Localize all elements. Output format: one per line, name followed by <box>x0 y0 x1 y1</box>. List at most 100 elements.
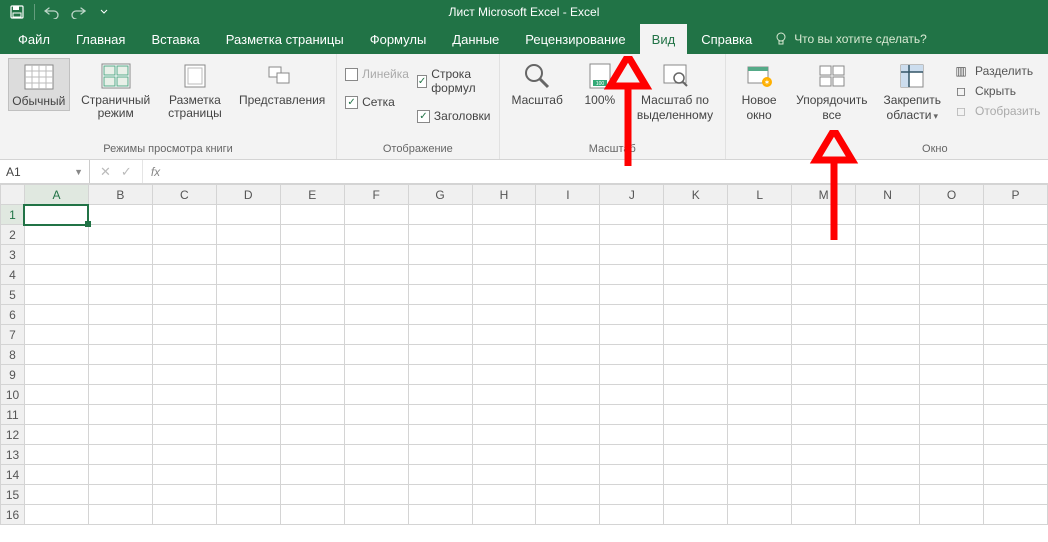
cell[interactable] <box>728 365 792 385</box>
cell[interactable] <box>88 485 152 505</box>
cell[interactable] <box>152 345 216 365</box>
cell[interactable] <box>664 345 728 365</box>
cell[interactable] <box>984 225 1048 245</box>
cell[interactable] <box>920 265 984 285</box>
tab-home[interactable]: Главная <box>64 24 137 54</box>
cell[interactable] <box>24 505 88 525</box>
cell[interactable] <box>728 345 792 365</box>
cell[interactable] <box>728 465 792 485</box>
cell[interactable] <box>344 425 408 445</box>
cell[interactable] <box>472 345 536 365</box>
tab-data[interactable]: Данные <box>440 24 511 54</box>
cell[interactable] <box>984 405 1048 425</box>
cell[interactable] <box>344 205 408 225</box>
tab-review[interactable]: Рецензирование <box>513 24 637 54</box>
cell[interactable] <box>920 465 984 485</box>
cell[interactable] <box>600 505 664 525</box>
cell[interactable] <box>472 485 536 505</box>
cell[interactable] <box>88 465 152 485</box>
cell[interactable] <box>280 365 344 385</box>
cell[interactable] <box>792 365 856 385</box>
cell[interactable] <box>984 365 1048 385</box>
redo-button[interactable] <box>67 2 89 22</box>
cell[interactable] <box>216 405 280 425</box>
cell[interactable] <box>728 285 792 305</box>
cell[interactable] <box>344 345 408 365</box>
cell[interactable] <box>728 485 792 505</box>
cell[interactable] <box>216 505 280 525</box>
cell[interactable] <box>792 305 856 325</box>
cell[interactable] <box>24 385 88 405</box>
cell[interactable] <box>856 385 920 405</box>
tab-file[interactable]: Файл <box>6 24 62 54</box>
cell[interactable] <box>984 265 1048 285</box>
cell[interactable] <box>984 385 1048 405</box>
cell[interactable] <box>664 405 728 425</box>
cell[interactable] <box>24 365 88 385</box>
cell[interactable] <box>664 385 728 405</box>
cell[interactable] <box>536 505 600 525</box>
cell[interactable] <box>344 285 408 305</box>
cell[interactable] <box>600 465 664 485</box>
cell[interactable] <box>216 485 280 505</box>
cell[interactable] <box>856 225 920 245</box>
cell[interactable] <box>472 325 536 345</box>
cell[interactable] <box>24 325 88 345</box>
cell[interactable] <box>472 205 536 225</box>
cell[interactable] <box>600 245 664 265</box>
cell[interactable] <box>792 225 856 245</box>
cell[interactable] <box>408 285 472 305</box>
cell[interactable] <box>856 325 920 345</box>
cell[interactable] <box>728 225 792 245</box>
cell[interactable] <box>472 465 536 485</box>
name-box[interactable]: A1 ▼ <box>0 160 90 183</box>
cell[interactable] <box>984 245 1048 265</box>
cell[interactable] <box>24 265 88 285</box>
cell[interactable] <box>216 265 280 285</box>
cell[interactable] <box>664 365 728 385</box>
cell[interactable] <box>152 445 216 465</box>
cell[interactable] <box>600 205 664 225</box>
cell[interactable] <box>856 205 920 225</box>
cell[interactable] <box>920 225 984 245</box>
cell[interactable] <box>984 325 1048 345</box>
row-header[interactable]: 3 <box>1 245 25 265</box>
cell[interactable] <box>344 505 408 525</box>
unhide-button[interactable]: ◻Отобразить <box>953 102 1040 120</box>
zoom-button[interactable]: Масштаб <box>508 58 567 109</box>
cell[interactable] <box>600 345 664 365</box>
cell[interactable] <box>920 205 984 225</box>
cell[interactable] <box>24 245 88 265</box>
cell[interactable] <box>24 225 88 245</box>
row-header[interactable]: 1 <box>1 205 25 225</box>
cell[interactable] <box>856 425 920 445</box>
cell[interactable] <box>152 225 216 245</box>
cell[interactable] <box>344 225 408 245</box>
cell[interactable] <box>536 465 600 485</box>
cell[interactable] <box>856 265 920 285</box>
column-header[interactable]: A <box>24 185 88 205</box>
custom-views-button[interactable]: Представления <box>236 58 328 109</box>
cell[interactable] <box>664 265 728 285</box>
cell[interactable] <box>792 485 856 505</box>
cell[interactable] <box>408 485 472 505</box>
arrange-all-button[interactable]: Упорядочить все <box>792 58 871 124</box>
cell[interactable] <box>216 425 280 445</box>
column-header[interactable]: K <box>664 185 728 205</box>
cell[interactable] <box>856 405 920 425</box>
cell[interactable] <box>408 265 472 285</box>
cell[interactable] <box>472 405 536 425</box>
cell[interactable] <box>344 245 408 265</box>
cell[interactable] <box>216 445 280 465</box>
cell[interactable] <box>152 265 216 285</box>
cell[interactable] <box>472 225 536 245</box>
cell[interactable] <box>24 285 88 305</box>
cell[interactable] <box>152 385 216 405</box>
cell[interactable] <box>920 445 984 465</box>
cell[interactable] <box>408 325 472 345</box>
cell[interactable] <box>984 445 1048 465</box>
cell[interactable] <box>792 405 856 425</box>
cell[interactable] <box>216 285 280 305</box>
cell[interactable] <box>24 205 88 225</box>
column-header[interactable]: B <box>88 185 152 205</box>
